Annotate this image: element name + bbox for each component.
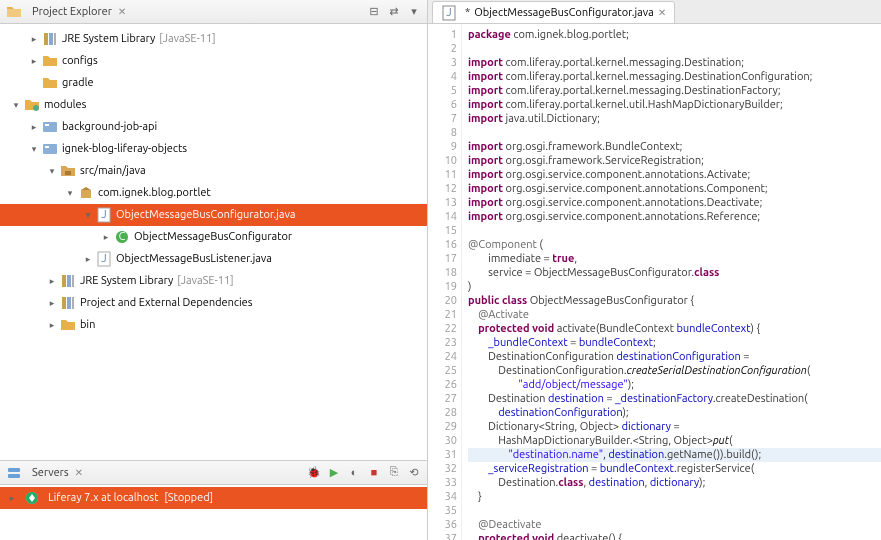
editor-code[interactable]: package com.ignek.blog.portlet; import c… — [462, 24, 881, 540]
editor-tab[interactable]: J * ObjectMessageBusConfigurator.java ✕ — [432, 1, 675, 23]
tree-item[interactable]: ▾ com.ignek.blog.portlet — [0, 182, 427, 204]
tree-item[interactable]: ▸ configs — [0, 50, 427, 72]
tree-item[interactable]: ▸ J ObjectMessageBusListener.java — [0, 248, 427, 270]
tree-item-label: src/main/java — [80, 165, 146, 177]
link-editor-icon[interactable]: ⇄ — [387, 5, 401, 19]
tree-item-label: ObjectMessageBusConfigurator.java — [116, 209, 296, 221]
lib-icon — [60, 273, 76, 289]
editor-tabs: J * ObjectMessageBusConfigurator.java ✕ — [428, 0, 881, 24]
tree-item-label: background-job-api — [62, 121, 157, 133]
java-icon: J — [96, 251, 112, 267]
tree-item[interactable]: ▸ bin — [0, 314, 427, 336]
server-row[interactable]: ▸ Liferay 7.x at localhost [Stopped] — [0, 487, 427, 509]
expander-icon[interactable]: ▾ — [62, 188, 78, 199]
server-status: [Stopped] — [164, 492, 213, 504]
expander-icon[interactable]: ▸ — [44, 298, 60, 309]
java-icon: J — [96, 207, 112, 223]
src-icon — [60, 163, 76, 179]
tree-item[interactable]: ▸ Project and External Dependencies — [0, 292, 427, 314]
class-icon: C — [114, 229, 130, 245]
project-explorer-header: Project Explorer ✕ ⊟ ⇄ ▾ — [0, 0, 427, 24]
tree-item-label: ignek-blog-liferay-objects — [62, 143, 187, 155]
project-explorer-tree[interactable]: ▸ JRE System Library [JavaSE-11] ▸ configs gr… — [0, 24, 427, 460]
expander-icon[interactable]: ▸ — [26, 122, 42, 133]
tree-item-label: JRE System Library — [80, 275, 173, 287]
expander-icon[interactable]: ▾ — [8, 100, 24, 111]
svg-text:J: J — [101, 253, 106, 265]
tree-item[interactable]: ▸ background-job-api — [0, 116, 427, 138]
expander-icon[interactable]: ▸ — [98, 232, 114, 243]
server-name: Liferay 7.x at localhost — [48, 492, 158, 504]
run-icon[interactable]: ▶ — [327, 466, 341, 480]
proj2-icon — [42, 119, 58, 135]
editor-gutter: 1234567891011121314151617181920212223242… — [428, 24, 462, 540]
tree-item[interactable]: ▸ C ObjectMessageBusConfigurator — [0, 226, 427, 248]
expander-icon[interactable]: ▸ — [80, 254, 96, 265]
dirty-indicator: * — [465, 7, 470, 19]
tree-item-decorator: [JavaSE-11] — [177, 275, 233, 287]
close-icon[interactable]: ✕ — [75, 467, 83, 479]
servers-body[interactable]: ▸ Liferay 7.x at localhost [Stopped] — [0, 485, 427, 540]
expander-icon[interactable]: ▸ — [44, 320, 60, 331]
svg-text:C: C — [119, 231, 126, 243]
expander-icon[interactable]: ▾ — [80, 210, 96, 221]
tree-item-label: gradle — [62, 77, 94, 89]
pkg-icon — [78, 185, 94, 201]
tree-item-label: Project and External Dependencies — [80, 297, 253, 309]
publish-icon[interactable]: ⎘ — [387, 466, 401, 480]
expander-icon[interactable]: ▸ — [26, 34, 42, 45]
tree-item[interactable]: ▸ JRE System Library [JavaSE-11] — [0, 270, 427, 292]
tree-item-label: JRE System Library — [62, 33, 155, 45]
project-explorer-title: Project Explorer — [32, 6, 112, 18]
java-file-icon: J — [441, 5, 457, 21]
lib-icon — [60, 295, 76, 311]
stop-icon[interactable]: ■ — [367, 466, 381, 480]
tree-item-label: bin — [80, 319, 95, 331]
tree-item[interactable]: ▾ ignek-blog-liferay-objects — [0, 138, 427, 160]
folder-icon — [6, 4, 22, 20]
servers-icon — [6, 465, 22, 481]
servers-header: Servers ✕ 🐞 ▶ ◐ ■ ⎘ ⟲ — [0, 461, 427, 485]
expander-icon[interactable]: ▾ — [44, 166, 60, 177]
tree-item-label: ObjectMessageBusListener.java — [116, 253, 272, 265]
tree-item[interactable]: ▾ J ObjectMessageBusConfigurator.java — [0, 204, 427, 226]
folder-icon — [42, 53, 58, 69]
servers-title: Servers — [32, 467, 69, 479]
expander-icon[interactable]: ▸ — [4, 493, 20, 504]
debug-icon[interactable]: 🐞 — [307, 466, 321, 480]
tree-item[interactable]: ▾ modules — [0, 94, 427, 116]
server-icon — [24, 490, 40, 506]
tree-item-label: modules — [44, 99, 86, 111]
lib-icon — [42, 31, 58, 47]
collapse-all-icon[interactable]: ⊟ — [367, 5, 381, 19]
view-menu-icon[interactable]: ▾ — [407, 5, 421, 19]
expander-icon[interactable]: ▸ — [26, 56, 42, 67]
tree-item[interactable]: gradle — [0, 72, 427, 94]
tree-item[interactable]: ▸ JRE System Library [JavaSE-11] — [0, 28, 427, 50]
svg-text:J: J — [446, 7, 451, 19]
editor-body[interactable]: 1234567891011121314151617181920212223242… — [428, 24, 881, 540]
tree-item-label: com.ignek.blog.portlet — [98, 187, 211, 199]
tree-item-label: configs — [62, 55, 98, 67]
profile-icon[interactable]: ◐ — [347, 466, 361, 480]
clean-icon[interactable]: ⟲ — [407, 466, 421, 480]
expander-icon[interactable]: ▸ — [44, 276, 60, 287]
folder-icon — [60, 317, 76, 333]
close-icon[interactable]: ✕ — [658, 7, 666, 19]
tree-item-decorator: [JavaSE-11] — [159, 33, 215, 45]
proj2-icon — [42, 141, 58, 157]
tree-item[interactable]: ▾ src/main/java — [0, 160, 427, 182]
close-icon[interactable]: ✕ — [118, 6, 126, 18]
tree-item-label: ObjectMessageBusConfigurator — [134, 231, 292, 243]
tab-filename: ObjectMessageBusConfigurator.java — [474, 7, 654, 19]
folder-icon — [42, 75, 58, 91]
proj-icon — [24, 97, 40, 113]
svg-text:J: J — [101, 209, 106, 221]
expander-icon[interactable]: ▾ — [26, 144, 42, 155]
